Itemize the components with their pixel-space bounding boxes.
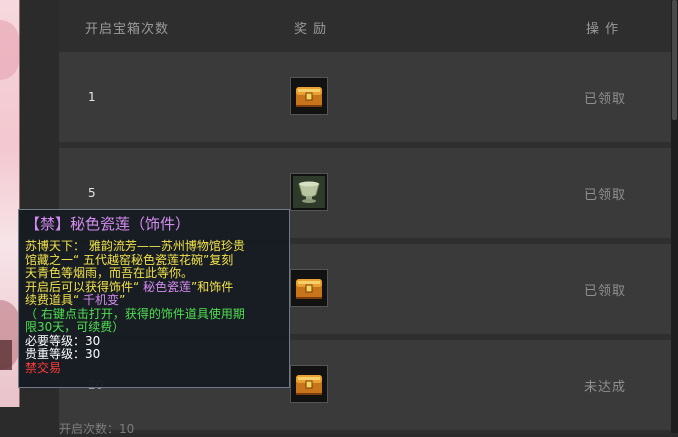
treasure-chest-icon[interactable] [290, 77, 328, 115]
art-shape [0, 340, 12, 370]
scrollbar-thumb[interactable] [672, 0, 677, 120]
tooltip-gain-line: 续费道具“ 千机变” [25, 293, 282, 308]
tooltip-noble-level: 贵重等级：30 [25, 347, 101, 361]
tooltip-gain-text: ” [119, 293, 126, 307]
character-art [0, 0, 20, 407]
tooltip-no-trade: 禁交易 [25, 360, 62, 375]
tooltip-item-name: 千机变 [83, 293, 120, 307]
tooltip-desc: 天青色等烟雨，而吾在此等你。 [25, 266, 194, 280]
status-label: 未达成 [584, 380, 627, 395]
treasure-chest-icon[interactable] [290, 365, 328, 403]
header-reward: 奖 励 [294, 22, 328, 37]
tooltip-item-name: 秘色瓷莲 [139, 279, 192, 294]
tooltip-title: 【禁】秘色瓷莲（饰件） [25, 215, 191, 233]
item-tooltip: 【禁】秘色瓷莲（饰件） 苏博天下： 雅韵流芳——苏州博物馆珍贵 馆藏之一“ 五代… [18, 209, 290, 388]
table-row: 1 已领取 [59, 52, 671, 142]
art-shape [0, 20, 19, 80]
header-count: 开启宝箱次数 [85, 22, 170, 37]
tooltip-gain-text: ”和饰件 [191, 279, 234, 294]
treasure-chest-icon[interactable] [290, 269, 328, 307]
header-action: 操 作 [586, 22, 620, 37]
tooltip-desc: 馆藏之一“ 五代越窑秘色瓷莲花碗”复刻 [25, 252, 234, 267]
tooltip-gain-line: 开启后可以获得饰件“ 秘色瓷莲”和饰件 [25, 279, 282, 295]
porcelain-bowl-icon[interactable] [290, 173, 328, 211]
status-label: 已领取 [584, 92, 627, 107]
table-header: 开启宝箱次数 奖 励 操 作 [59, 0, 671, 53]
tooltip-required-level: 必要等级：30 [25, 333, 101, 348]
tooltip-hint: 限30天，可续费） [25, 320, 125, 334]
open-count: 1 [88, 90, 96, 104]
tooltip-desc: 苏博天下： 雅韵流芳——苏州博物馆珍贵 [25, 239, 245, 253]
tooltip-hint: （ 右键点击打开，获得的饰件道具使用期 [25, 306, 245, 321]
tooltip-gain-text: 开启后可以获得饰件“ [25, 279, 140, 294]
tooltip-gain-text: 续费道具“ [25, 293, 84, 307]
status-label: 已领取 [584, 284, 627, 299]
open-count-footer: 开启次数：10 [59, 422, 135, 436]
status-label: 已领取 [584, 188, 627, 203]
open-count: 5 [88, 186, 96, 200]
